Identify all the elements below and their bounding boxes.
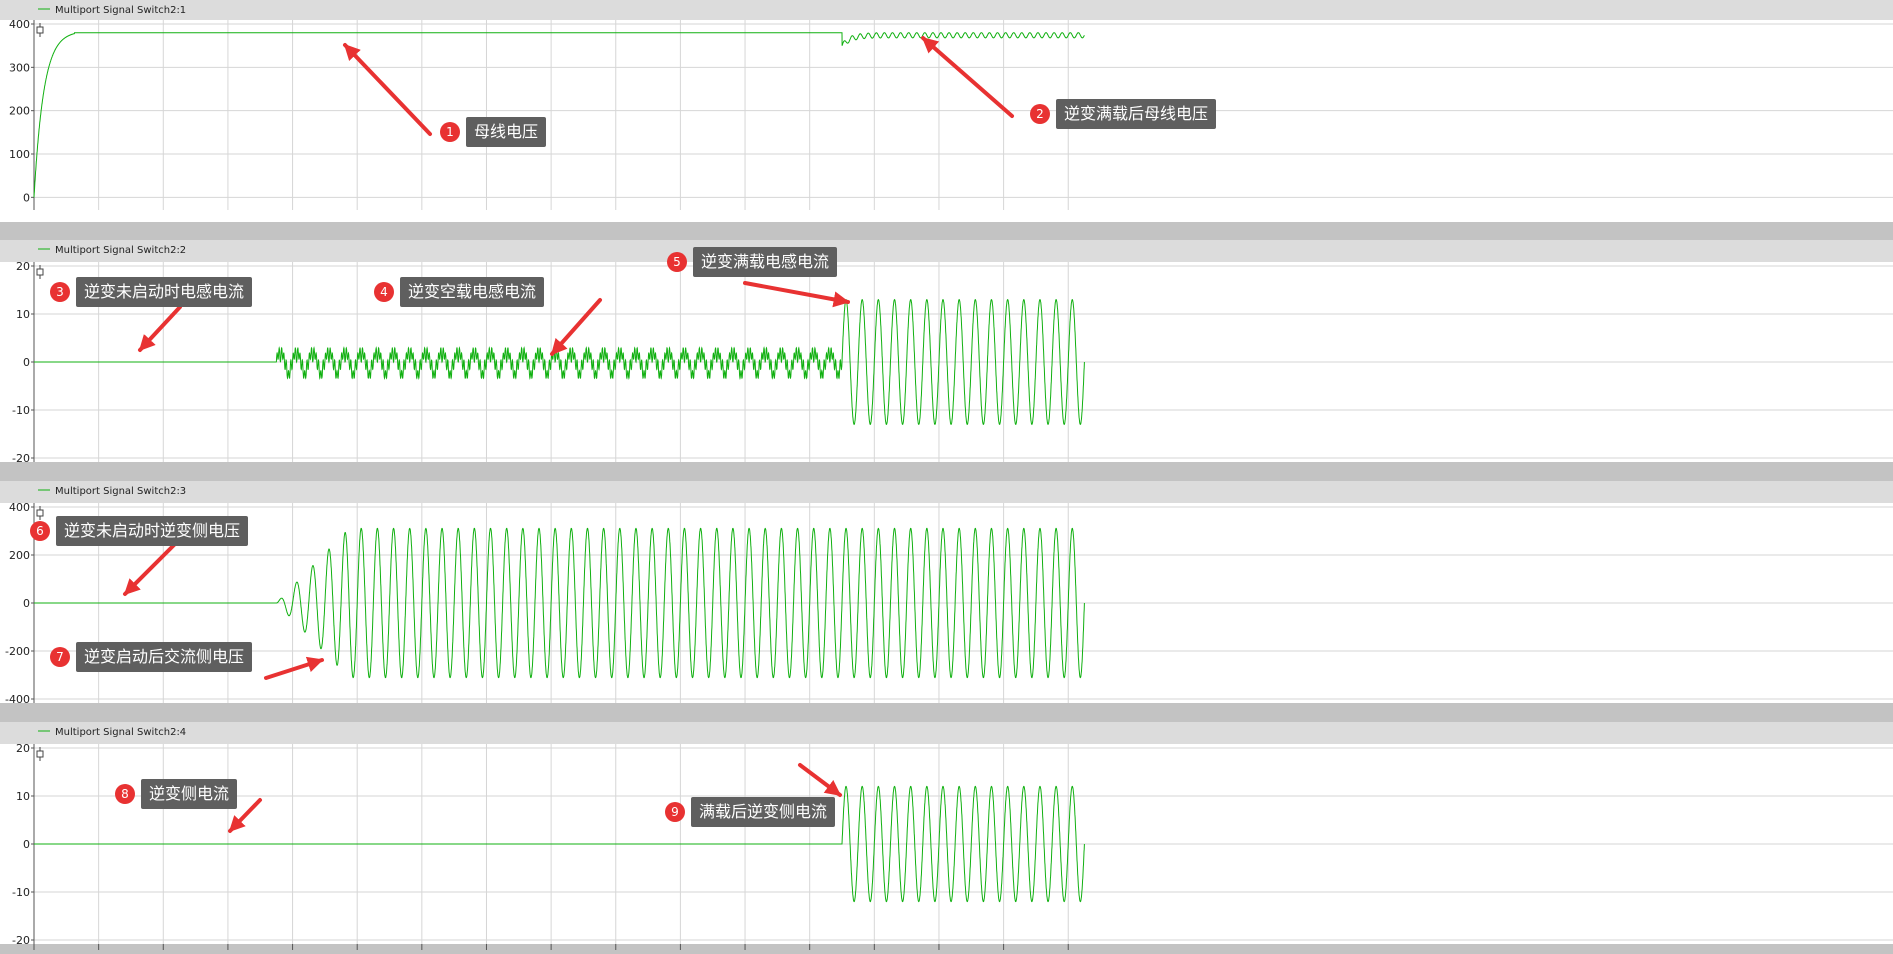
y-tick-label: -20 bbox=[12, 934, 30, 947]
legend-bar bbox=[0, 481, 1893, 503]
panel-separator bbox=[0, 462, 1893, 481]
y-tick-label: 20 bbox=[16, 742, 30, 755]
cursor-marker-box bbox=[36, 26, 44, 34]
annotation-9-label: 满载后逆变侧电流 bbox=[691, 797, 836, 827]
annotation-7-badge: 7 bbox=[50, 647, 70, 667]
y-tick-label: 0 bbox=[23, 838, 30, 851]
annotation-3-badge: 3 bbox=[50, 282, 70, 302]
annotation-8-badge: 8 bbox=[115, 784, 135, 804]
annotation-7: 7 逆变启动后交流侧电压 bbox=[50, 642, 253, 672]
y-tick-label: 20 bbox=[16, 260, 30, 273]
panel-separator bbox=[0, 222, 1893, 240]
scope-chart: Multiport Signal Switch2:14003002001000M… bbox=[0, 0, 1893, 954]
plot-area bbox=[34, 20, 1893, 210]
y-tick-label: 10 bbox=[16, 308, 30, 321]
annotation-4: 4 逆变空载电感电流 bbox=[374, 277, 545, 307]
y-tick-label: 200 bbox=[9, 549, 30, 562]
annotation-9-badge: 9 bbox=[665, 802, 685, 822]
annotation-5-label: 逆变满载电感电流 bbox=[693, 247, 838, 277]
scope-panel-4: Multiport Signal Switch2:4 20 10 0 -10 -20 bbox=[0, 722, 1893, 947]
scope-panel-2: Multiport Signal Switch2:2 20 10 0 -10 -20 bbox=[0, 240, 1893, 465]
cursor-marker-box bbox=[36, 268, 44, 276]
annotation-8: 8 逆变侧电流 bbox=[115, 779, 238, 809]
y-tick-label: -400 bbox=[5, 693, 30, 706]
annotation-9: 9 满载后逆变侧电流 bbox=[665, 797, 836, 827]
y-tick-label: 0 bbox=[23, 356, 30, 369]
y-tick-label: 300 bbox=[9, 61, 30, 74]
scope-panel-1: Multiport Signal Switch2:1 400 300 200 100 0 bbox=[0, 0, 1893, 210]
annotation-1-badge: 1 bbox=[440, 122, 460, 142]
annotation-3: 3 逆变未启动时电感电流 bbox=[50, 277, 253, 307]
legend-label: Multiport Signal Switch2:4 bbox=[55, 727, 186, 738]
legend-label: Multiport Signal Switch2:3 bbox=[55, 486, 186, 497]
annotation-2: 2 逆变满载后母线电压 bbox=[1030, 99, 1217, 129]
annotation-2-label: 逆变满载后母线电压 bbox=[1056, 99, 1217, 129]
y-tick-label: 200 bbox=[9, 105, 30, 118]
annotation-4-label: 逆变空载电感电流 bbox=[400, 277, 545, 307]
annotation-2-badge: 2 bbox=[1030, 104, 1050, 124]
annotation-1-label: 母线电压 bbox=[466, 117, 547, 147]
panel-separator bbox=[0, 944, 1893, 954]
legend-bar bbox=[0, 240, 1893, 262]
y-tick-label: -10 bbox=[12, 886, 30, 899]
annotation-3-label: 逆变未启动时电感电流 bbox=[76, 277, 253, 307]
legend-bar bbox=[0, 0, 1893, 20]
y-tick-label: -10 bbox=[12, 404, 30, 417]
y-tick-label: 0 bbox=[23, 191, 30, 204]
annotation-1: 1 母线电压 bbox=[440, 117, 547, 147]
y-tick-label: 400 bbox=[9, 18, 30, 31]
y-tick-label: 100 bbox=[9, 148, 30, 161]
legend-bar bbox=[0, 722, 1893, 744]
y-tick-label: -20 bbox=[12, 452, 30, 465]
cursor-marker-box bbox=[36, 750, 44, 758]
legend-label: Multiport Signal Switch2:2 bbox=[55, 245, 186, 256]
annotation-7-label: 逆变启动后交流侧电压 bbox=[76, 642, 253, 672]
annotation-6: 6 逆变未启动时逆变侧电压 bbox=[30, 516, 249, 546]
annotation-6-badge: 6 bbox=[30, 521, 50, 541]
annotation-5-badge: 5 bbox=[667, 252, 687, 272]
annotation-5: 5 逆变满载电感电流 bbox=[667, 247, 838, 277]
legend-label: Multiport Signal Switch2:1 bbox=[55, 5, 186, 16]
y-tick-label: 400 bbox=[9, 501, 30, 514]
panel-separator bbox=[0, 703, 1893, 722]
annotation-8-label: 逆变侧电流 bbox=[141, 779, 238, 809]
annotation-4-badge: 4 bbox=[374, 282, 394, 302]
y-tick-label: -200 bbox=[5, 645, 30, 658]
y-tick-label: 10 bbox=[16, 790, 30, 803]
annotation-6-label: 逆变未启动时逆变侧电压 bbox=[56, 516, 249, 546]
y-tick-label: 0 bbox=[23, 597, 30, 610]
